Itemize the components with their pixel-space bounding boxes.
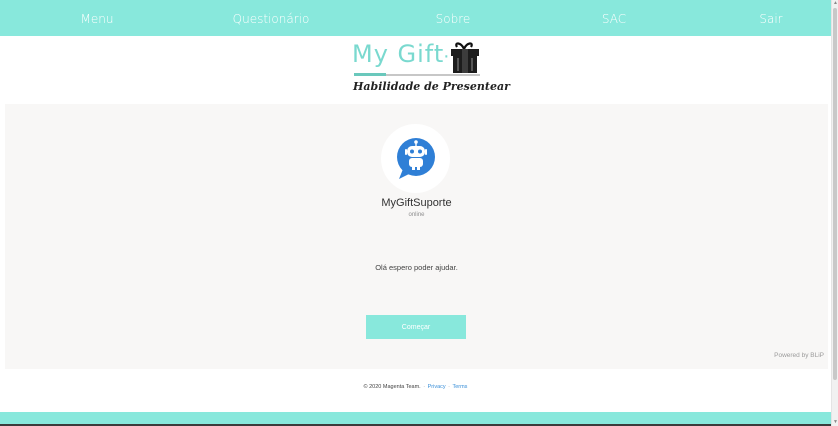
- terms-link[interactable]: Terms: [452, 384, 467, 390]
- site-logo[interactable]: My Gift · Habilidade de Presentear: [330, 40, 510, 100]
- scroll-up-arrow-icon[interactable]: ▲: [832, 0, 838, 7]
- nav-sac[interactable]: SAC: [602, 0, 626, 36]
- bot-status: online: [408, 212, 425, 218]
- nav-menu[interactable]: Menu: [81, 0, 114, 36]
- start-chat-button[interactable]: Começar: [366, 315, 466, 339]
- nav-questionario[interactable]: Questionário: [233, 0, 310, 36]
- logo-tagline: Habilidade de Presentear: [353, 80, 510, 93]
- robot-chat-icon: [397, 138, 435, 179]
- gift-box-icon: [451, 42, 479, 73]
- privacy-link[interactable]: Privacy: [428, 384, 446, 390]
- welcome-message: Olá espero poder ajudar.: [375, 263, 458, 272]
- bot-name: MyGiftSuporte: [381, 197, 452, 209]
- top-nav: Menu Questionário Sobre SAC Sair: [0, 0, 831, 36]
- page-scrollbar[interactable]: ▲ ▼: [831, 0, 838, 426]
- footer-copyright: © 2020 Magenta Team.: [363, 384, 421, 390]
- scroll-down-arrow-icon[interactable]: ▼: [832, 419, 838, 426]
- bot-avatar: [381, 124, 450, 193]
- nav-sair[interactable]: Sair: [759, 0, 782, 36]
- footer: © 2020 Magenta Team. · Privacy · Terms: [0, 384, 831, 390]
- chat-widget: MyGiftSuporte online Olá espero poder aj…: [5, 104, 828, 369]
- nav-sobre[interactable]: Sobre: [436, 0, 471, 36]
- powered-by-blip[interactable]: Powered by BLiP: [774, 352, 824, 359]
- footer-separator: ·: [448, 384, 451, 390]
- logo-underline-accent: [354, 73, 386, 76]
- scroll-thumb[interactable]: [833, 8, 837, 380]
- logo-text: My Gift: [352, 40, 445, 68]
- footer-separator: ·: [423, 384, 426, 390]
